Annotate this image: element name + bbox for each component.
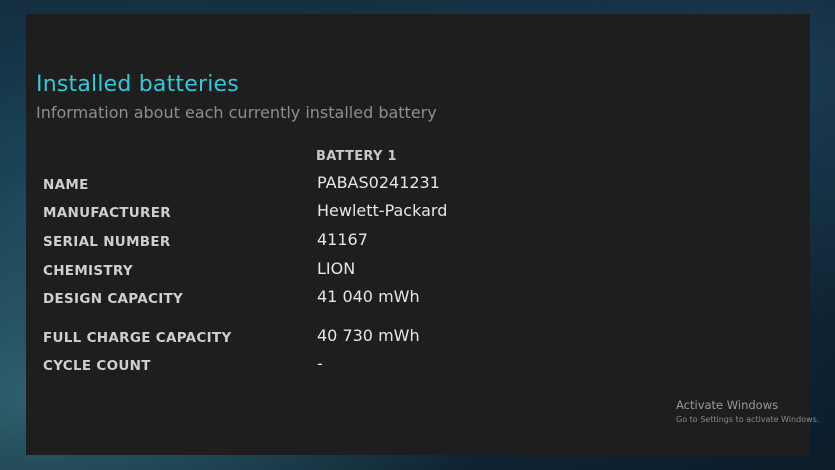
battery-row-full-charge-capacity: FULL CHARGE CAPACITY 40 730 mWh <box>26 326 810 348</box>
battery-row-manufacturer: MANUFACTURER Hewlett-Packard <box>26 201 810 223</box>
battery-row-name: NAME PABAS0241231 <box>26 173 810 195</box>
row-value: PABAS0241231 <box>317 173 440 192</box>
battery-column-header: BATTERY 1 <box>316 149 397 164</box>
row-label: FULL CHARGE CAPACITY <box>43 330 232 346</box>
row-value: 41167 <box>317 230 368 249</box>
row-label: DESIGN CAPACITY <box>43 291 184 307</box>
activate-windows-watermark: Activate Windows Go to Settings to activ… <box>676 398 819 424</box>
row-label: NAME <box>43 177 89 193</box>
row-label: CHEMISTRY <box>43 263 133 279</box>
row-value: Hewlett-Packard <box>317 201 448 220</box>
row-value: LION <box>317 259 356 278</box>
battery-row-design-capacity: DESIGN CAPACITY 41 040 mWh <box>26 287 810 309</box>
row-label: MANUFACTURER <box>43 205 171 221</box>
battery-row-serial-number: SERIAL NUMBER 41167 <box>26 230 810 252</box>
watermark-title: Activate Windows <box>676 398 779 412</box>
watermark-subtitle: Go to Settings to activate Windows. <box>676 415 820 424</box>
row-value: 40 730 mWh <box>317 326 420 345</box>
row-value: - <box>317 354 323 373</box>
row-label: CYCLE COUNT <box>43 358 151 374</box>
battery-row-cycle-count: CYCLE COUNT - <box>26 354 810 376</box>
row-label: SERIAL NUMBER <box>43 234 171 250</box>
row-value: 41 040 mWh <box>317 287 420 306</box>
battery-row-chemistry: CHEMISTRY LION <box>26 259 810 281</box>
battery-report-panel: Installed batteries Information about ea… <box>26 14 810 455</box>
section-subtitle: Information about each currently install… <box>36 103 437 122</box>
section-title: Installed batteries <box>36 72 239 97</box>
